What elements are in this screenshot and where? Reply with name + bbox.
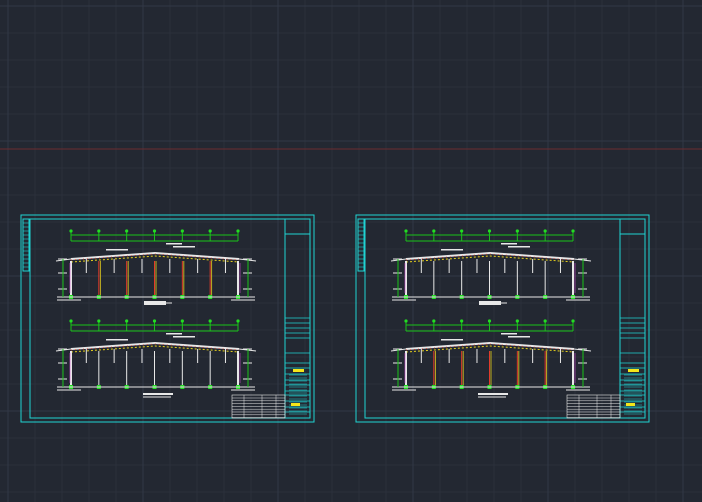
grid-bubble — [208, 229, 212, 233]
title-highlight — [626, 403, 635, 406]
grid-bubble — [97, 319, 101, 323]
grid-bubble — [97, 229, 101, 233]
grid-bubble — [69, 229, 73, 233]
elevation-caption — [144, 301, 166, 305]
grid-bubble — [404, 319, 408, 323]
grid-bubble — [487, 319, 492, 323]
grid-bubble — [571, 229, 575, 233]
grid-bubble — [487, 229, 492, 233]
grid-bubble — [69, 319, 73, 323]
grid-bubble — [571, 319, 575, 323]
note-text-bar — [441, 249, 463, 251]
grid-bubble — [460, 229, 464, 233]
elevation-caption — [143, 393, 173, 395]
grid-bubble — [152, 229, 157, 233]
grid-bubble — [180, 229, 184, 233]
note-text-bar — [501, 243, 517, 245]
note-text-bar — [106, 249, 128, 251]
grid-bubble — [515, 229, 519, 233]
note-text-bar — [166, 333, 182, 335]
note-text-bar — [508, 246, 530, 248]
grid-bubble — [543, 319, 547, 323]
elevation-caption — [479, 301, 501, 305]
grid-bubble — [180, 319, 184, 323]
grid-bubble — [404, 229, 408, 233]
grid-bubble — [432, 319, 436, 323]
title-highlight — [291, 403, 300, 406]
grid-bubble — [152, 319, 157, 323]
sheet-outer-border[interactable] — [20, 214, 315, 423]
grid-bubble — [515, 319, 519, 323]
drawing-sheets[interactable] — [20, 214, 650, 423]
drawing-sheet[interactable] — [20, 214, 315, 423]
grid-bubble — [460, 319, 464, 323]
note-text-bar — [173, 336, 195, 338]
grid-bubble — [236, 319, 240, 323]
model-space-canvas[interactable] — [0, 0, 702, 502]
drawing-sheet[interactable] — [355, 214, 650, 423]
grid-bubble — [208, 319, 212, 323]
note-text-bar — [173, 246, 195, 248]
elevation-caption — [478, 393, 508, 395]
grid-bubble — [125, 319, 129, 323]
title-highlight — [293, 369, 304, 372]
note-text-bar — [508, 336, 530, 338]
note-text-bar — [501, 333, 517, 335]
grid-bubble — [543, 229, 547, 233]
grid-bubble — [236, 229, 240, 233]
background-grid — [0, 0, 702, 502]
note-text-bar — [106, 339, 128, 341]
title-highlight — [628, 369, 639, 372]
cad-viewport[interactable] — [0, 0, 702, 502]
grid-bubble — [432, 229, 436, 233]
note-text-bar — [166, 243, 182, 245]
grid-bubble — [125, 229, 129, 233]
note-text-bar — [441, 339, 463, 341]
sheet-outer-border[interactable] — [355, 214, 650, 423]
